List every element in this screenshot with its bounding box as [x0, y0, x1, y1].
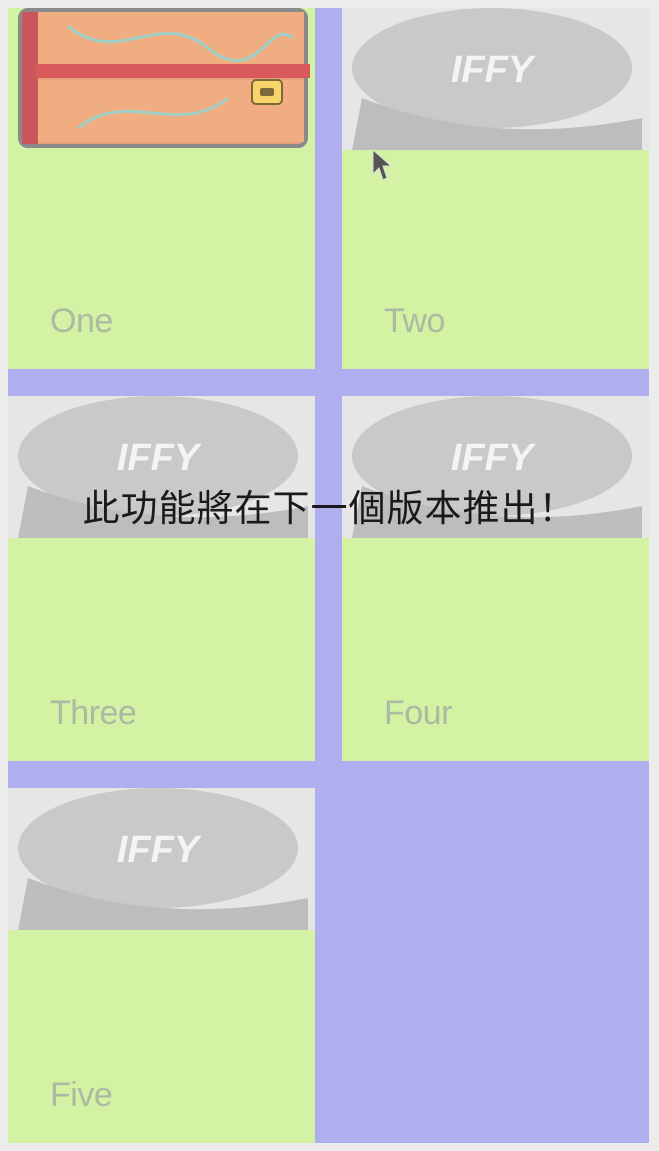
grid-item-three[interactable]: IFFY Three — [8, 396, 315, 761]
grid-view: One IFFY Two IFFY Three IFFY Four IFFY F… — [8, 8, 649, 1143]
grid-item-one[interactable]: One — [8, 8, 315, 369]
grid-item-two[interactable]: IFFY Two — [342, 8, 649, 369]
cap-logo-text: IFFY — [117, 437, 203, 479]
toast-message: 此功能將在下一個版本推出！ — [82, 487, 577, 530]
grid-item-label: One — [50, 302, 113, 340]
grid-item-five[interactable]: IFFY Five — [8, 788, 315, 1143]
cap-image: IFFY — [342, 8, 649, 150]
grid-item-four[interactable]: IFFY Four — [342, 396, 649, 761]
cap-image: IFFY — [8, 788, 315, 930]
cap-logo-text: IFFY — [451, 437, 537, 479]
cap-logo-text: IFFY — [117, 829, 203, 871]
grid-item-label: Five — [50, 1076, 113, 1114]
mouse-cursor-icon — [372, 148, 391, 181]
cap-logo-text: IFFY — [451, 49, 537, 91]
grid-item-label: Four — [384, 694, 452, 732]
grid-item-label: Two — [384, 302, 445, 340]
wallet-image — [8, 8, 315, 150]
grid-item-label: Three — [50, 694, 137, 732]
